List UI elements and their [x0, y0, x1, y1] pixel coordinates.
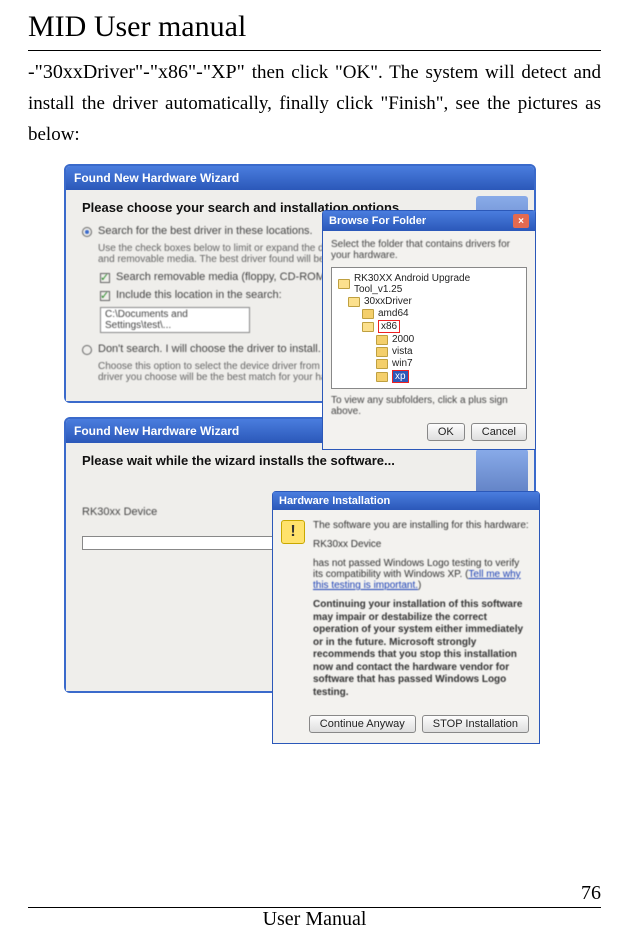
hardware-installation-dialog: Hardware Installation ! The software you…: [272, 491, 540, 744]
tree-label: amd64: [378, 308, 409, 319]
wizard-titlebar: Found New Hardware Wizard: [66, 166, 534, 190]
radio-icon: [82, 227, 92, 237]
tree-item-xp[interactable]: xp: [376, 370, 520, 383]
checkbox-label: Include this location in the search:: [116, 289, 282, 301]
warn-body: ! The software you are installing for th…: [273, 510, 539, 709]
browse-title-text: Browse For Folder: [329, 215, 426, 227]
tree-label: 2000: [392, 334, 414, 345]
tree-label: 30xxDriver: [364, 296, 412, 307]
warn-buttons: Continue Anyway STOP Installation: [273, 709, 539, 743]
tree-label: x86: [378, 320, 400, 333]
tree-root[interactable]: RK30XX Android Upgrade Tool_v1.25: [338, 273, 520, 295]
tree-label: xp: [392, 370, 409, 383]
folder-icon: [348, 297, 360, 307]
tree-item-amd64[interactable]: amd64: [362, 308, 520, 319]
page-title: MID User manual: [28, 10, 601, 44]
folder-icon: [376, 359, 388, 369]
option-label: Search for the best driver in these loca…: [98, 225, 313, 237]
folder-icon: [376, 372, 388, 382]
figures-area: Found New Hardware Wizard Please choose …: [28, 164, 601, 693]
tree-item-2000[interactable]: 2000: [376, 334, 520, 345]
warn-titlebar: Hardware Installation: [273, 492, 539, 510]
wizard-window: Found New Hardware Wizard Please choose …: [64, 164, 536, 403]
browse-body: Select the folder that contains drivers …: [323, 231, 535, 449]
browse-titlebar: Browse For Folder ×: [323, 211, 535, 231]
footer-label: User Manual: [28, 908, 601, 931]
option-label: Don't search. I will choose the driver t…: [98, 343, 321, 355]
tree-item-vista[interactable]: vista: [376, 346, 520, 357]
warning-icon: !: [281, 520, 305, 544]
divider-top: [28, 50, 601, 51]
warn-line-2: has not passed Windows Logo testing to v…: [313, 558, 529, 591]
browse-message: Select the folder that contains drivers …: [331, 239, 527, 261]
tree-label: win7: [392, 358, 413, 369]
warn-text-end: ): [418, 580, 421, 591]
wizard-heading: Please wait while the wizard installs th…: [82, 453, 518, 468]
path-input[interactable]: C:\Documents and Settings\test\...: [100, 307, 250, 333]
folder-tree[interactable]: RK30XX Android Upgrade Tool_v1.25 30xxDr…: [331, 267, 527, 389]
folder-icon: [362, 322, 374, 332]
checkbox-icon: [100, 273, 110, 283]
radio-icon: [82, 345, 92, 355]
cancel-button[interactable]: Cancel: [471, 423, 527, 441]
wizard-title-text: Found New Hardware Wizard: [74, 424, 239, 438]
folder-icon: [362, 309, 374, 319]
warn-title-text: Hardware Installation: [279, 495, 390, 507]
page-number: 76: [28, 882, 601, 905]
close-icon[interactable]: ×: [513, 214, 529, 228]
warn-device: RK30xx Device: [313, 539, 529, 550]
browse-buttons: OK Cancel: [331, 423, 527, 441]
wizard-title-text: Found New Hardware Wizard: [74, 171, 239, 185]
tree-label: vista: [392, 346, 413, 357]
browse-note: To view any subfolders, click a plus sig…: [331, 395, 527, 417]
wizard-body: Please choose your search and installati…: [66, 190, 534, 401]
checkbox-label: Search removable media (floppy, CD-ROM..…: [116, 271, 338, 283]
screenshot-1: Found New Hardware Wizard Please choose …: [64, 164, 601, 403]
checkbox-icon: [100, 291, 110, 301]
path-breadcrumb: -"30xxDriver"-"x86"-"XP": [28, 61, 245, 83]
wizard-window-install: Found New Hardware Wizard Please wait wh…: [64, 417, 536, 693]
tree-label: RK30XX Android Upgrade Tool_v1.25: [354, 273, 520, 295]
folder-icon: [338, 279, 350, 289]
wizard-body: Please wait while the wizard installs th…: [66, 443, 534, 691]
browse-for-folder-dialog: Browse For Folder × Select the folder th…: [322, 210, 536, 450]
stop-installation-button[interactable]: STOP Installation: [422, 715, 529, 733]
screenshot-2: Found New Hardware Wizard Please wait wh…: [64, 417, 601, 693]
page-footer: 76 User Manual: [28, 908, 601, 931]
warn-bold-text: Continuing your installation of this sof…: [313, 599, 529, 699]
tree-item-driver[interactable]: 30xxDriver: [348, 296, 520, 307]
tree-item-x86[interactable]: x86: [362, 320, 520, 333]
tree-item-win7[interactable]: win7: [376, 358, 520, 369]
body-paragraph: -"30xxDriver"-"x86"-"XP" then click "OK"…: [28, 57, 601, 150]
ok-button[interactable]: OK: [427, 423, 465, 441]
folder-icon: [376, 347, 388, 357]
folder-icon: [376, 335, 388, 345]
continue-anyway-button[interactable]: Continue Anyway: [309, 715, 416, 733]
warn-line-1: The software you are installing for this…: [313, 520, 529, 531]
